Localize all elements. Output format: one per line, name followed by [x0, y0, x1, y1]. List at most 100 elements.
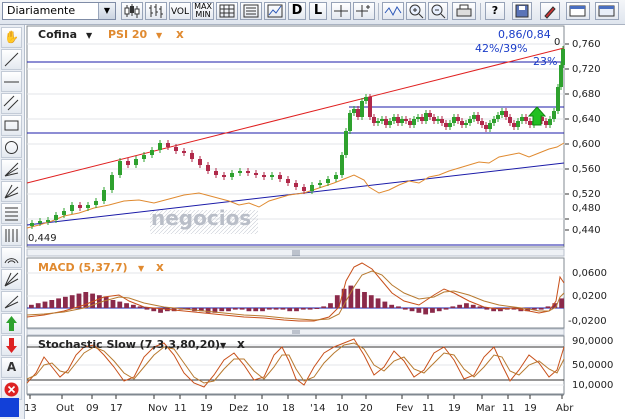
- y-tick-label: 90,0000: [572, 336, 613, 347]
- overlay-dropdown-icon[interactable]: ▼: [156, 31, 163, 40]
- candle-body: [404, 119, 408, 121]
- candle-body: [364, 97, 368, 101]
- hand-icon: ✋: [4, 30, 19, 44]
- line-l-button[interactable]: L: [309, 2, 327, 20]
- fullscreen-button[interactable]: [595, 2, 619, 20]
- macd-histogram-bar: [545, 306, 551, 308]
- window-icon: [598, 5, 615, 17]
- macd-histogram-bar: [280, 308, 286, 310]
- candle-body: [294, 183, 298, 187]
- macd-remove-icon[interactable]: x: [156, 260, 164, 274]
- daily-d-button[interactable]: D: [288, 2, 306, 20]
- macd-histogram-bar: [559, 298, 564, 308]
- rectangle-tool[interactable]: [1, 115, 22, 136]
- candle-body: [448, 123, 452, 127]
- fibonacci-lines-icon: [5, 207, 18, 221]
- crosshair-button[interactable]: [331, 2, 351, 20]
- fibonacci-retracement-tool[interactable]: [1, 203, 22, 224]
- crosshair-plus-button[interactable]: [353, 2, 375, 20]
- pan-hand-button[interactable]: ✋: [1, 27, 22, 48]
- negocios-watermark: negocios: [150, 206, 258, 234]
- main-panel-frame: [26, 25, 565, 248]
- macd-histogram-bar: [328, 303, 333, 308]
- stoch-y-axis: 90,0000 50,0000 10,0000: [572, 336, 613, 391]
- candle-body: [500, 111, 504, 115]
- grid-toggle-button[interactable]: [216, 2, 238, 20]
- save-button[interactable]: [512, 2, 532, 20]
- fan-lines-tool[interactable]: [1, 159, 22, 180]
- macd-histogram-bar: [69, 295, 75, 308]
- overlay-remove-icon[interactable]: x: [176, 27, 184, 41]
- zoom-in-button[interactable]: [406, 2, 426, 20]
- maxmin-toggle-button[interactable]: MAX MIN: [192, 2, 214, 20]
- period-select[interactable]: Diariamente ▼: [2, 2, 116, 20]
- delete-drawings-button[interactable]: [1, 379, 22, 400]
- fibonacci-fan-tool[interactable]: [1, 181, 22, 202]
- macd-histogram-bar: [470, 304, 476, 308]
- x-tick-label: 19: [524, 403, 537, 414]
- ticker-dropdown-icon[interactable]: ▼: [86, 31, 93, 40]
- candle-body: [118, 161, 122, 175]
- time-zones-tool[interactable]: [1, 225, 22, 246]
- overlay-name[interactable]: PSI 20: [108, 28, 148, 41]
- macd-title[interactable]: MACD (5,37,7): [38, 261, 128, 274]
- macd-histogram-bar: [416, 308, 422, 313]
- ellipse-tool[interactable]: [1, 137, 22, 158]
- help-button[interactable]: ?: [485, 2, 505, 20]
- compare-button[interactable]: [264, 2, 286, 20]
- stoch-title[interactable]: Stochastic Slow (7,3,3,80,20): [38, 338, 220, 351]
- y-tick-label: 0,0600: [572, 268, 607, 279]
- ticker-name[interactable]: Cofina: [38, 28, 77, 41]
- candle-body: [420, 117, 424, 121]
- x-tick-label: 11: [174, 403, 187, 414]
- candlestick-chart-button[interactable]: [121, 2, 143, 20]
- macd-histogram-bar: [443, 308, 449, 310]
- candle-body: [78, 205, 82, 208]
- diagonal-line-icon: [4, 52, 19, 67]
- draw-tool-button[interactable]: [540, 2, 560, 20]
- speed-lines-tool[interactable]: [1, 291, 22, 312]
- macd-dropdown-icon[interactable]: ▼: [138, 264, 145, 273]
- candle-body: [456, 117, 460, 121]
- macd-histogram-bar: [287, 308, 293, 312]
- candle-body: [270, 175, 274, 177]
- bar-chart-button[interactable]: [145, 2, 167, 20]
- candle-body: [30, 223, 34, 226]
- chevron-down-icon[interactable]: ▼: [98, 3, 115, 19]
- log-scale-button[interactable]: [240, 2, 262, 20]
- channel-tool[interactable]: [1, 93, 22, 114]
- top-toolbar: Diariamente ▼ VOL MAX MIN D L ?: [0, 0, 625, 25]
- macd-histogram-bar: [436, 308, 442, 312]
- stoch-remove-icon[interactable]: x: [237, 337, 245, 351]
- volume-toggle-button[interactable]: VOL: [169, 2, 191, 20]
- candle-body: [380, 119, 384, 121]
- macd-histogram-bar: [219, 308, 225, 312]
- panel-splitter[interactable]: [26, 328, 565, 336]
- gann-fan-tool[interactable]: [1, 269, 22, 290]
- candle-body: [286, 179, 290, 183]
- x-tick-label: 10: [256, 403, 269, 414]
- horizontal-line-tool[interactable]: [1, 71, 22, 92]
- print-button[interactable]: [452, 2, 476, 20]
- export-button[interactable]: [566, 2, 590, 20]
- macd-histogram-bar: [144, 308, 150, 310]
- wave-tool-button[interactable]: [382, 2, 404, 20]
- buy-arrow-tool[interactable]: [1, 313, 22, 334]
- text-tool[interactable]: A: [1, 357, 22, 378]
- arc-tool[interactable]: [1, 247, 22, 268]
- zoom-out-button[interactable]: [428, 2, 448, 20]
- color-swatch[interactable]: [0, 398, 19, 417]
- sell-arrow-tool[interactable]: [1, 335, 22, 356]
- macd-histogram-bar: [538, 308, 544, 310]
- bid-ask-text: 0,86/0,84: [498, 28, 551, 41]
- candle-body: [496, 115, 500, 119]
- drawing-tools-sidebar: ✋ A: [0, 25, 25, 419]
- candle-body: [110, 175, 114, 190]
- candle-body: [376, 121, 380, 123]
- y-tick-label: 0,520: [572, 189, 601, 200]
- stoch-dropdown-icon[interactable]: ▼: [220, 341, 227, 350]
- y-tick-label: 0,720: [572, 64, 601, 75]
- candle-body: [561, 49, 565, 65]
- candle-body: [556, 87, 560, 111]
- trend-line-tool[interactable]: [1, 49, 22, 70]
